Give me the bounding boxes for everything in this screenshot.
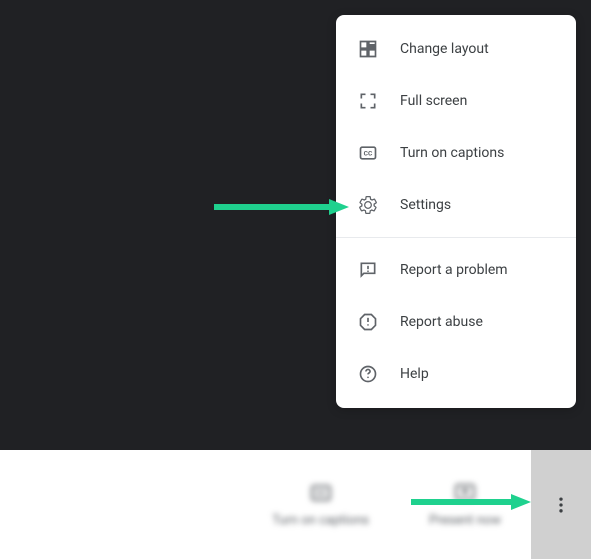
captions-button[interactable]: CC Turn on captions [242, 481, 399, 528]
layout-icon [356, 37, 380, 61]
menu-divider [336, 237, 576, 238]
menu-item-label: Settings [400, 197, 451, 213]
more-vert-icon [551, 495, 571, 515]
report-abuse-icon [356, 310, 380, 334]
menu-item-help[interactable]: Help [336, 348, 576, 400]
menu-item-captions[interactable]: CC Turn on captions [336, 127, 576, 179]
report-problem-icon [356, 258, 380, 282]
settings-icon [356, 193, 380, 217]
menu-item-fullscreen[interactable]: Full screen [336, 75, 576, 127]
svg-text:CC: CC [364, 150, 373, 158]
captions-icon: CC [356, 141, 380, 165]
menu-item-change-layout[interactable]: Change layout [336, 23, 576, 75]
menu-item-label: Change layout [400, 41, 489, 57]
present-label: Present now [429, 513, 501, 528]
bottom-toolbar: CC Turn on captions Present now [0, 450, 591, 559]
present-button[interactable]: Present now [399, 481, 531, 528]
svg-text:CC: CC [315, 489, 325, 498]
fullscreen-icon [356, 89, 380, 113]
help-icon [356, 362, 380, 386]
menu-item-label: Report a problem [400, 262, 508, 278]
overflow-menu: Change layout Full screen CC Turn on cap… [336, 15, 576, 408]
menu-item-label: Help [400, 366, 429, 382]
menu-item-settings[interactable]: Settings [336, 179, 576, 231]
menu-item-report-problem[interactable]: Report a problem [336, 244, 576, 296]
more-options-button[interactable] [531, 450, 591, 559]
menu-item-label: Full screen [400, 93, 467, 109]
captions-label: Turn on captions [272, 513, 369, 528]
menu-item-label: Turn on captions [400, 145, 504, 161]
menu-item-report-abuse[interactable]: Report abuse [336, 296, 576, 348]
menu-item-label: Report abuse [400, 314, 483, 330]
